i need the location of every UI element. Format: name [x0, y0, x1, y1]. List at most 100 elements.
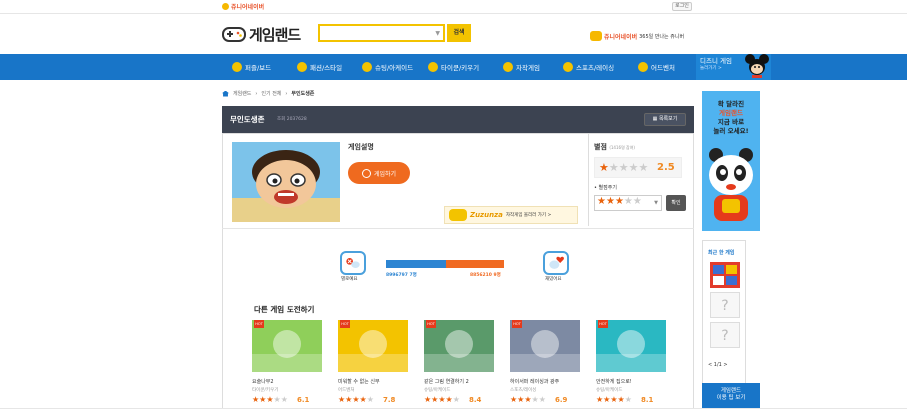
hot-badge: HOT: [426, 320, 436, 328]
nav-item-label: 어드벤처: [651, 64, 675, 72]
rating-star-icon[interactable]: ★: [606, 197, 615, 207]
game-card-thumbnail[interactable]: HOT: [510, 320, 580, 372]
game-card-thumbnail[interactable]: HOT: [596, 320, 666, 372]
gameland-ad-banner[interactable]: 확 달라진 게임랜드 지금 바로 놀러 오세요!: [702, 91, 760, 231]
rating-star-icon: ★: [618, 161, 629, 174]
search-dropdown-icon[interactable]: ▼: [435, 30, 440, 37]
game-card-stars: ★ ★ ★ ★ ★: [338, 396, 374, 404]
breadcrumb-item[interactable]: 인기 전체: [261, 90, 281, 97]
game-card-thumbnail[interactable]: HOT: [338, 320, 408, 372]
other-games-heading: 다른 게임 도전하기: [254, 305, 315, 314]
rating-star-icon: ★: [352, 395, 360, 404]
nav-item-puzzle[interactable]: 퍼즐/보드: [232, 60, 271, 74]
game-card-category: 스포츠/레이싱: [510, 388, 537, 393]
nav-item-tycoon[interactable]: 타이쿤/키우기: [428, 60, 479, 74]
mickey-mascot-icon: [745, 54, 769, 78]
rating-star-icon: ★: [638, 161, 649, 174]
rating-heading-text: 별점: [594, 143, 607, 151]
nav-item-label: 타이쿤/키우기: [441, 64, 480, 72]
game-thumbnail[interactable]: [232, 142, 340, 222]
rating-confirm-button[interactable]: 확인: [666, 195, 686, 211]
game-title-bar: 무인도생존 조회 2037628 ▦ 목록보기: [222, 106, 694, 133]
rating-star-icon: ★: [538, 395, 546, 404]
nav-item-label: 슈팅/아케이드: [375, 64, 414, 72]
give-rating-stars[interactable]: ★ ★ ★ ★ ★: [597, 197, 642, 207]
game-card-score: 6.1: [297, 396, 310, 404]
hot-badge: HOT: [340, 320, 350, 328]
play-game-button[interactable]: 게임하기: [348, 162, 410, 184]
gameland-logo[interactable]: 게임랜드: [222, 24, 301, 45]
recent-pager[interactable]: < 1/1 >: [708, 362, 728, 368]
rating-star-icon[interactable]: ★: [597, 197, 606, 207]
game-description-heading: 게임설명: [348, 143, 374, 151]
nav-item-sports[interactable]: 스포츠/레이싱: [563, 60, 614, 74]
search-button[interactable]: 검색: [447, 24, 471, 42]
game-card-category: 타이쿤/키우기: [252, 388, 279, 393]
rating-star-icon: ★: [252, 395, 260, 404]
search-input[interactable]: ▼: [318, 24, 445, 42]
nav-item-shooting[interactable]: 슈팅/아케이드: [362, 60, 413, 74]
rating-star-icon: ★: [596, 395, 604, 404]
login-button[interactable]: 로그인: [672, 2, 692, 11]
dislike-icon[interactable]: [340, 251, 366, 275]
rating-star-icon: ★: [338, 395, 346, 404]
rating-star-icon: ★: [345, 395, 353, 404]
recent-game-placeholder: ?: [710, 292, 740, 318]
game-card-thumbnail[interactable]: HOT: [424, 320, 494, 372]
nav-item-custom[interactable]: 자작게임: [503, 60, 540, 74]
breadcrumb-current: 무인도생존: [291, 91, 315, 97]
breadcrumb-item[interactable]: 게임랜드: [233, 90, 251, 97]
ad-line: 지금 바로: [717, 118, 745, 126]
like-count: 8856210 9명: [470, 273, 501, 278]
like-bar: [446, 260, 504, 268]
junior-naver-logo[interactable]: 쥬니어네이버: [222, 2, 264, 11]
zuzunza-text: 자작게임 올리러 가기 >: [505, 213, 552, 218]
rating-star-icon: ★: [280, 395, 288, 404]
play-icon: [361, 168, 371, 178]
rating-star-icon[interactable]: ★: [624, 197, 633, 207]
junior-logo-icon: [222, 3, 229, 10]
game-card-title[interactable]: 안전하게 집으로!: [596, 378, 632, 385]
game-card-title[interactable]: 미워할 수 없는 신부: [338, 378, 380, 385]
tycoon-icon: [428, 62, 438, 72]
rating-heading: 별점 (1416명 참여): [594, 142, 635, 152]
average-rating-stars: ★ ★ ★ ★ ★: [599, 162, 648, 173]
like-heart-icon[interactable]: [543, 251, 569, 275]
nav-item-adventure[interactable]: 어드벤처: [638, 60, 675, 74]
rating-star-icon: ★: [266, 395, 274, 404]
rating-star-icon: ★: [510, 395, 518, 404]
game-card-thumbnail[interactable]: HOT: [252, 320, 322, 372]
junior-promo[interactable]: 쥬니어네이버 365일 만나는 쥬니버: [590, 31, 684, 41]
panda-mascot-icon: [709, 148, 753, 221]
rating-star-icon[interactable]: ★: [633, 197, 642, 207]
game-view-count: 조회 2037628: [277, 117, 307, 122]
nav-item-fashion[interactable]: 패션/스타일: [297, 60, 342, 74]
game-card-stars: ★ ★ ★ ★ ★: [252, 396, 288, 404]
rating-star-icon: ★: [603, 395, 611, 404]
nav-item-label: 퍼즐/보드: [245, 64, 272, 72]
recent-game-thumbnail[interactable]: [710, 262, 740, 288]
rating-participants: (1416명 참여): [609, 145, 635, 150]
ad-line: 놀러 오세요!: [713, 127, 749, 135]
rating-star-icon: ★: [628, 161, 639, 174]
rating-star-icon: ★: [424, 395, 432, 404]
game-card-title[interactable]: 같은 그림 연결하기 2: [424, 378, 469, 385]
dislike-bar: [386, 260, 446, 268]
zuzunza-mascot-icon: [449, 209, 467, 221]
rating-star-icon[interactable]: ★: [615, 197, 624, 207]
game-card-title[interactable]: 요술나무2: [252, 378, 274, 385]
home-icon[interactable]: [222, 90, 229, 97]
game-card-score: 8.4: [469, 396, 482, 404]
game-card-score: 6.9: [555, 396, 568, 404]
top-bar: [0, 0, 907, 14]
junior-logo-text: 쥬니어네이버: [231, 4, 265, 11]
zuzunza-banner[interactable]: Zuzunza 자작게임 올리러 가기 >: [444, 206, 578, 224]
rating-score: 2.5: [657, 162, 675, 173]
game-card-score: 8.1: [641, 396, 654, 404]
game-card-title[interactable]: 하이서퍼 레이싱과 광주: [510, 378, 559, 385]
ad-line: 확 달라진: [717, 100, 745, 108]
list-button[interactable]: ▦ 목록보기: [644, 113, 686, 126]
play-button-label: 게임하기: [373, 170, 397, 178]
sports-icon: [563, 62, 573, 72]
game-card-stars: ★ ★ ★ ★ ★: [424, 396, 460, 404]
